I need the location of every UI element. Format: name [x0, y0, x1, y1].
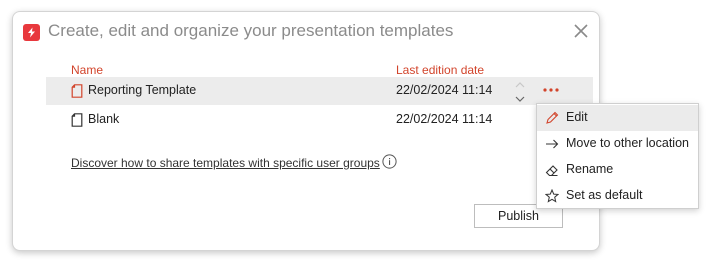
menu-item-label: Rename: [566, 162, 614, 176]
info-icon[interactable]: [382, 154, 397, 169]
menu-item-rename[interactable]: Rename: [537, 157, 698, 183]
template-name: Reporting Template: [88, 83, 197, 97]
menu-item-label: Set as default: [566, 188, 643, 202]
file-icon: [71, 84, 83, 103]
menu-item-label: Move to other location: [566, 136, 689, 150]
column-header-name[interactable]: Name: [71, 63, 103, 77]
context-menu: Edit Move to other location Rename Set a…: [536, 103, 699, 209]
menu-item-edit[interactable]: Edit: [537, 105, 698, 131]
table-row[interactable]: Blank 22/02/2024 11:14: [46, 106, 593, 134]
share-templates-link[interactable]: Discover how to share templates with spe…: [71, 156, 380, 170]
reorder-updown-icon[interactable]: [514, 80, 526, 104]
templates-dialog: Create, edit and organize your presentat…: [12, 11, 600, 251]
more-options-icon[interactable]: [542, 83, 560, 97]
close-icon[interactable]: [571, 21, 591, 41]
menu-item-set-default[interactable]: Set as default: [537, 183, 698, 209]
column-header-date[interactable]: Last edition date: [396, 63, 484, 77]
template-name: Blank: [88, 112, 120, 126]
eraser-icon: [545, 163, 559, 177]
app-logo-icon: [23, 24, 40, 41]
arrow-right-icon: [545, 137, 559, 151]
template-date: 22/02/2024 11:14: [396, 83, 493, 97]
menu-item-move[interactable]: Move to other location: [537, 131, 698, 157]
pencil-icon: [545, 111, 559, 125]
file-icon: [71, 113, 83, 132]
table-row[interactable]: Reporting Template 22/02/2024 11:14: [46, 77, 593, 105]
dialog-title: Create, edit and organize your presentat…: [48, 21, 454, 40]
template-date: 22/02/2024 11:14: [396, 112, 493, 126]
star-icon: [544, 188, 560, 203]
menu-item-label: Edit: [566, 110, 588, 124]
